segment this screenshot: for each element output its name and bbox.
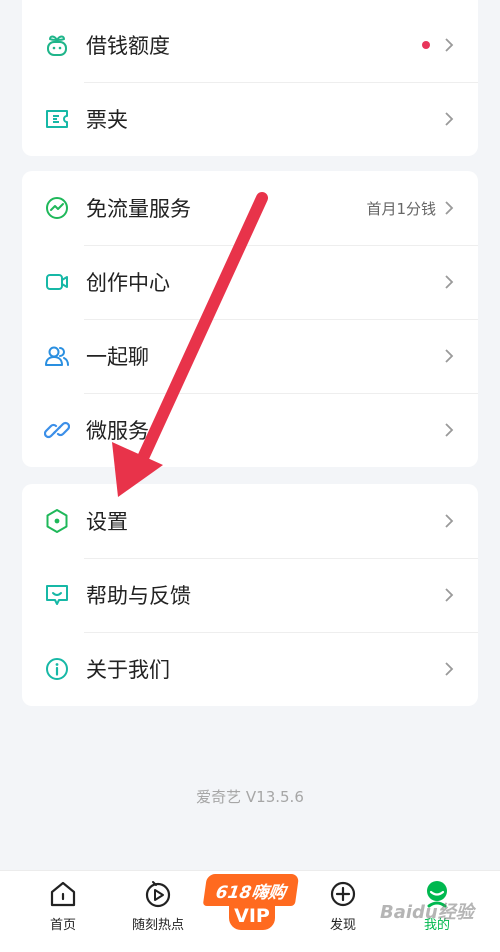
menu-item-settings[interactable]: 设置 (22, 484, 478, 558)
menu-item-label: 设置 (86, 510, 128, 534)
chevron-right-icon (444, 110, 456, 128)
app-version-text: 爱奇艺 V13.5.6 (196, 788, 304, 806)
tab-hot[interactable]: 随刻热点 (126, 870, 190, 952)
feedback-chat-icon (44, 582, 70, 608)
tab-label: 首页 (49, 918, 76, 933)
menu-card-services: 免流量服务 首月1分钱 创作中心 一起聊 微服务 (22, 171, 478, 467)
tab-vip-promo[interactable]: 618嗨购 VIP (202, 874, 300, 934)
menu-item-about-us[interactable]: 关于我们 (22, 632, 478, 706)
menu-item-label: 一起聊 (86, 345, 149, 369)
chevron-right-icon (444, 36, 456, 54)
menu-item-micro-service[interactable]: 微服务 (22, 393, 478, 467)
menu-item-traffic-free[interactable]: 免流量服务 首月1分钱 (22, 171, 478, 245)
menu-card-general: 设置 帮助与反馈 关于我们 (22, 484, 478, 706)
menu-item-creator-center[interactable]: 创作中心 (22, 245, 478, 319)
menu-item-ticket-wallet[interactable]: 票夹 (22, 82, 478, 156)
menu-item-label: 帮助与反馈 (86, 584, 191, 608)
settings-hexagon-icon (44, 508, 70, 534)
notification-dot (422, 41, 430, 49)
menu-card-finance: 借钱额度 票夹 (22, 0, 478, 156)
chevron-right-icon (444, 660, 456, 678)
tab-label: 随刻热点 (131, 918, 184, 933)
menu-item-label: 借钱额度 (86, 34, 170, 58)
home-icon (47, 878, 79, 910)
menu-item-label: 票夹 (86, 108, 128, 132)
menu-item-label: 关于我们 (86, 658, 170, 682)
menu-item-chat-together[interactable]: 一起聊 (22, 319, 478, 393)
chevron-right-icon (444, 199, 456, 217)
info-icon (44, 656, 70, 682)
chevron-right-icon (444, 347, 456, 365)
ticket-icon (44, 106, 70, 132)
menu-item-help-feedback[interactable]: 帮助与反馈 (22, 558, 478, 632)
tab-home[interactable]: 首页 (38, 870, 88, 952)
traffic-free-icon (44, 195, 70, 221)
chevron-right-icon (444, 512, 456, 530)
people-icon (44, 343, 70, 369)
vip-label: VIP (229, 902, 275, 930)
menu-item-label: 微服务 (86, 419, 149, 443)
chain-link-icon (44, 417, 70, 443)
chevron-right-icon (444, 586, 456, 604)
tab-label: 发现 (329, 918, 356, 933)
baidu-watermark: Baidu经验 (380, 902, 474, 923)
video-camera-icon (44, 269, 70, 295)
plus-circle-icon (327, 878, 359, 910)
menu-item-loan-limit[interactable]: 借钱额度 (22, 8, 478, 82)
tab-discover[interactable]: 发现 (318, 870, 368, 952)
menu-item-label: 创作中心 (86, 271, 170, 295)
chevron-right-icon (444, 421, 456, 439)
menu-item-label: 免流量服务 (86, 197, 191, 221)
chevron-right-icon (444, 273, 456, 291)
play-circle-icon (142, 878, 174, 910)
sprout-icon (44, 32, 70, 58)
promo-text: 首月1分钱 (366, 199, 436, 218)
